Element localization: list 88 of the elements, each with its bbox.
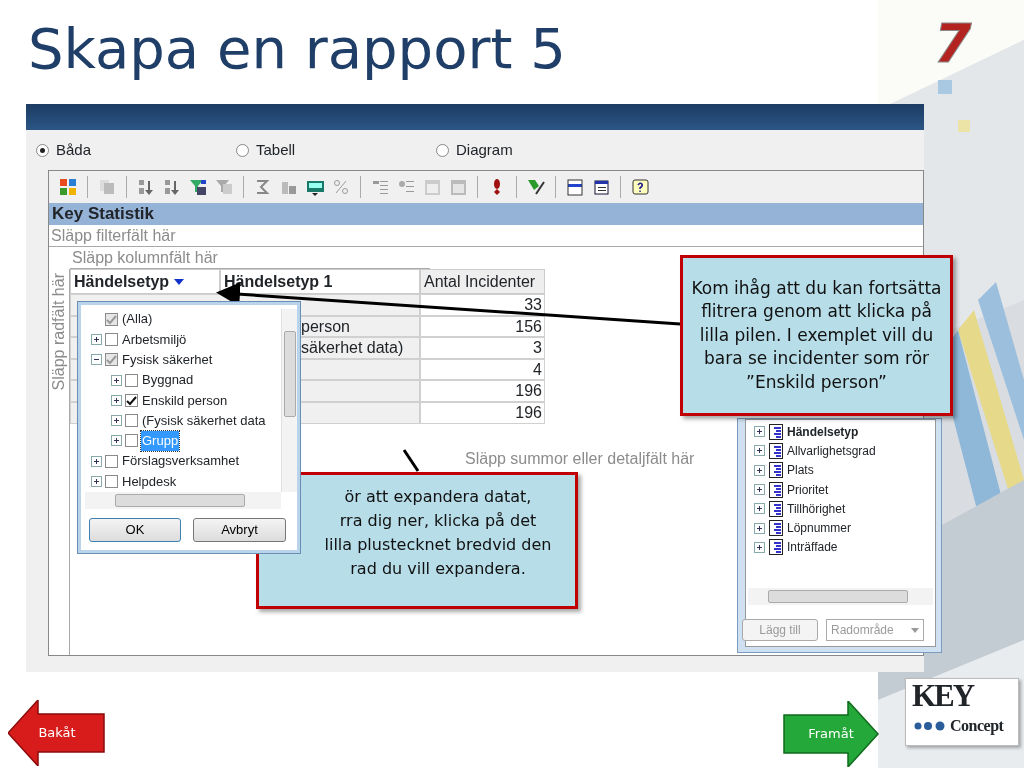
drop-zone-label: Släpp kolumnfält här	[70, 247, 430, 269]
checkbox[interactable]	[125, 414, 138, 428]
dots-icon	[913, 721, 947, 731]
pencil-icon[interactable]	[527, 178, 545, 196]
help-icon[interactable]	[631, 178, 649, 196]
expand-icon[interactable]	[91, 333, 102, 345]
table-cell: 196	[420, 380, 545, 402]
expand-icon[interactable]	[754, 541, 765, 553]
column-header[interactable]: Händelsetyp 1	[220, 269, 420, 294]
document-icon[interactable]	[592, 178, 610, 196]
table-cell: 196	[420, 401, 545, 424]
expand-icon[interactable]	[754, 484, 765, 496]
leader-line	[402, 449, 420, 472]
expand-icon[interactable]	[91, 476, 102, 487]
drop-zone-label: Släpp filterfält här	[49, 225, 923, 247]
sort-ascending-icon[interactable]	[137, 178, 155, 196]
expand-icon[interactable]	[754, 464, 765, 476]
expand-icon[interactable]	[754, 445, 765, 457]
drop-zone-label: Släpp radfält här	[49, 273, 68, 391]
field-icon	[769, 500, 783, 517]
tree-item-label[interactable]: Enskild person	[141, 390, 229, 411]
radio-button[interactable]	[236, 143, 249, 157]
callout-text: ör att expandera datat, rra dig ner, klicka på det lilla plustecknet bredvid den rad du vill expandera.	[323, 486, 553, 580]
field-icon	[769, 442, 783, 459]
radio-button[interactable]	[436, 143, 449, 157]
collapse-icon[interactable]	[91, 354, 102, 366]
field-label[interactable]: Inträffade	[787, 538, 838, 557]
checkbox[interactable]	[105, 454, 118, 468]
ok-button[interactable]: OK	[89, 518, 181, 542]
radio-label[interactable]: Tabell	[256, 138, 296, 162]
expand-icon[interactable]	[754, 522, 765, 534]
radio-label[interactable]: Diagram	[456, 138, 513, 162]
checkbox[interactable]	[125, 434, 138, 448]
field-label[interactable]: Prioritet	[787, 480, 829, 499]
expand-icon[interactable]	[111, 374, 122, 386]
radio-label[interactable]: Båda	[56, 138, 92, 162]
tree-item-label[interactable]: (Fysisk säkerhet data	[141, 410, 267, 431]
scrollbar[interactable]	[85, 492, 281, 509]
window-icon[interactable]	[566, 178, 584, 196]
field-icon	[769, 520, 783, 537]
checkbox[interactable]	[105, 312, 118, 326]
calculator-icon[interactable]	[306, 178, 324, 196]
expand-icon[interactable]	[111, 415, 122, 427]
logo-text: KEY	[912, 679, 974, 714]
dropdown-arrow-icon[interactable]	[174, 277, 185, 286]
sort-descending-icon[interactable]	[163, 178, 181, 196]
field-label[interactable]: Tillhörighet	[787, 499, 846, 518]
field-label[interactable]: Plats	[787, 461, 814, 480]
radio-button[interactable]	[36, 143, 49, 157]
cancel-button[interactable]: Avbryt	[193, 518, 286, 542]
checkbox[interactable]	[125, 393, 138, 407]
field-icon	[769, 423, 783, 440]
logo-text: Concept	[950, 717, 1004, 735]
table-cell: 33	[420, 294, 545, 316]
field-label[interactable]: Händelsetyp	[787, 422, 859, 441]
expand-icon[interactable]	[91, 455, 102, 467]
column-header[interactable]: Händelsetyp	[70, 269, 220, 294]
tree-item-label[interactable]: Byggnad	[141, 370, 195, 390]
table-cell: 4	[420, 358, 545, 381]
back-button[interactable]: Bakåt	[8, 700, 106, 766]
field-icon	[769, 539, 783, 556]
expand-icon[interactable]	[754, 503, 765, 515]
tree-item-label[interactable]: Helpdesk	[121, 471, 178, 492]
field-icon	[769, 481, 783, 498]
table-cell: 3	[420, 337, 545, 359]
slide-title: Skapa en rapport 5	[28, 18, 566, 80]
scrollbar[interactable]	[748, 588, 933, 605]
pivot-title: Key Statistik	[49, 203, 923, 225]
expand-icon[interactable]	[754, 426, 765, 438]
checkbox[interactable]	[105, 353, 118, 367]
field-label[interactable]: Löpnummer	[787, 519, 852, 538]
scrollbar[interactable]	[281, 309, 297, 492]
field-label[interactable]: Allvarlighetsgrad	[787, 441, 876, 460]
filter-icon[interactable]	[189, 178, 207, 196]
checkbox[interactable]	[125, 373, 138, 387]
field-icon	[769, 462, 783, 479]
tree-item-label[interactable]: Förslagsverksamhet	[121, 451, 241, 471]
expand-icon[interactable]	[111, 394, 122, 406]
table-cell: 156	[420, 315, 545, 338]
callout-text: Kom ihåg att du kan fortsätta flitrera genom att klicka på lilla pilen. I exemplet vill du bara se incidenter som rör ”Enskild person”	[691, 276, 942, 394]
grid-logo-icon[interactable]	[59, 178, 77, 196]
expand-icon[interactable]	[111, 435, 122, 447]
drop-zone-label: Släpp summor eller detaljfält här	[465, 448, 695, 469]
checkbox[interactable]	[105, 332, 118, 346]
sum-icon[interactable]	[254, 178, 272, 196]
checkbox[interactable]	[105, 475, 118, 488]
column-header[interactable]: Antal Incidenter	[420, 269, 545, 294]
slide-number: 7	[934, 14, 972, 74]
